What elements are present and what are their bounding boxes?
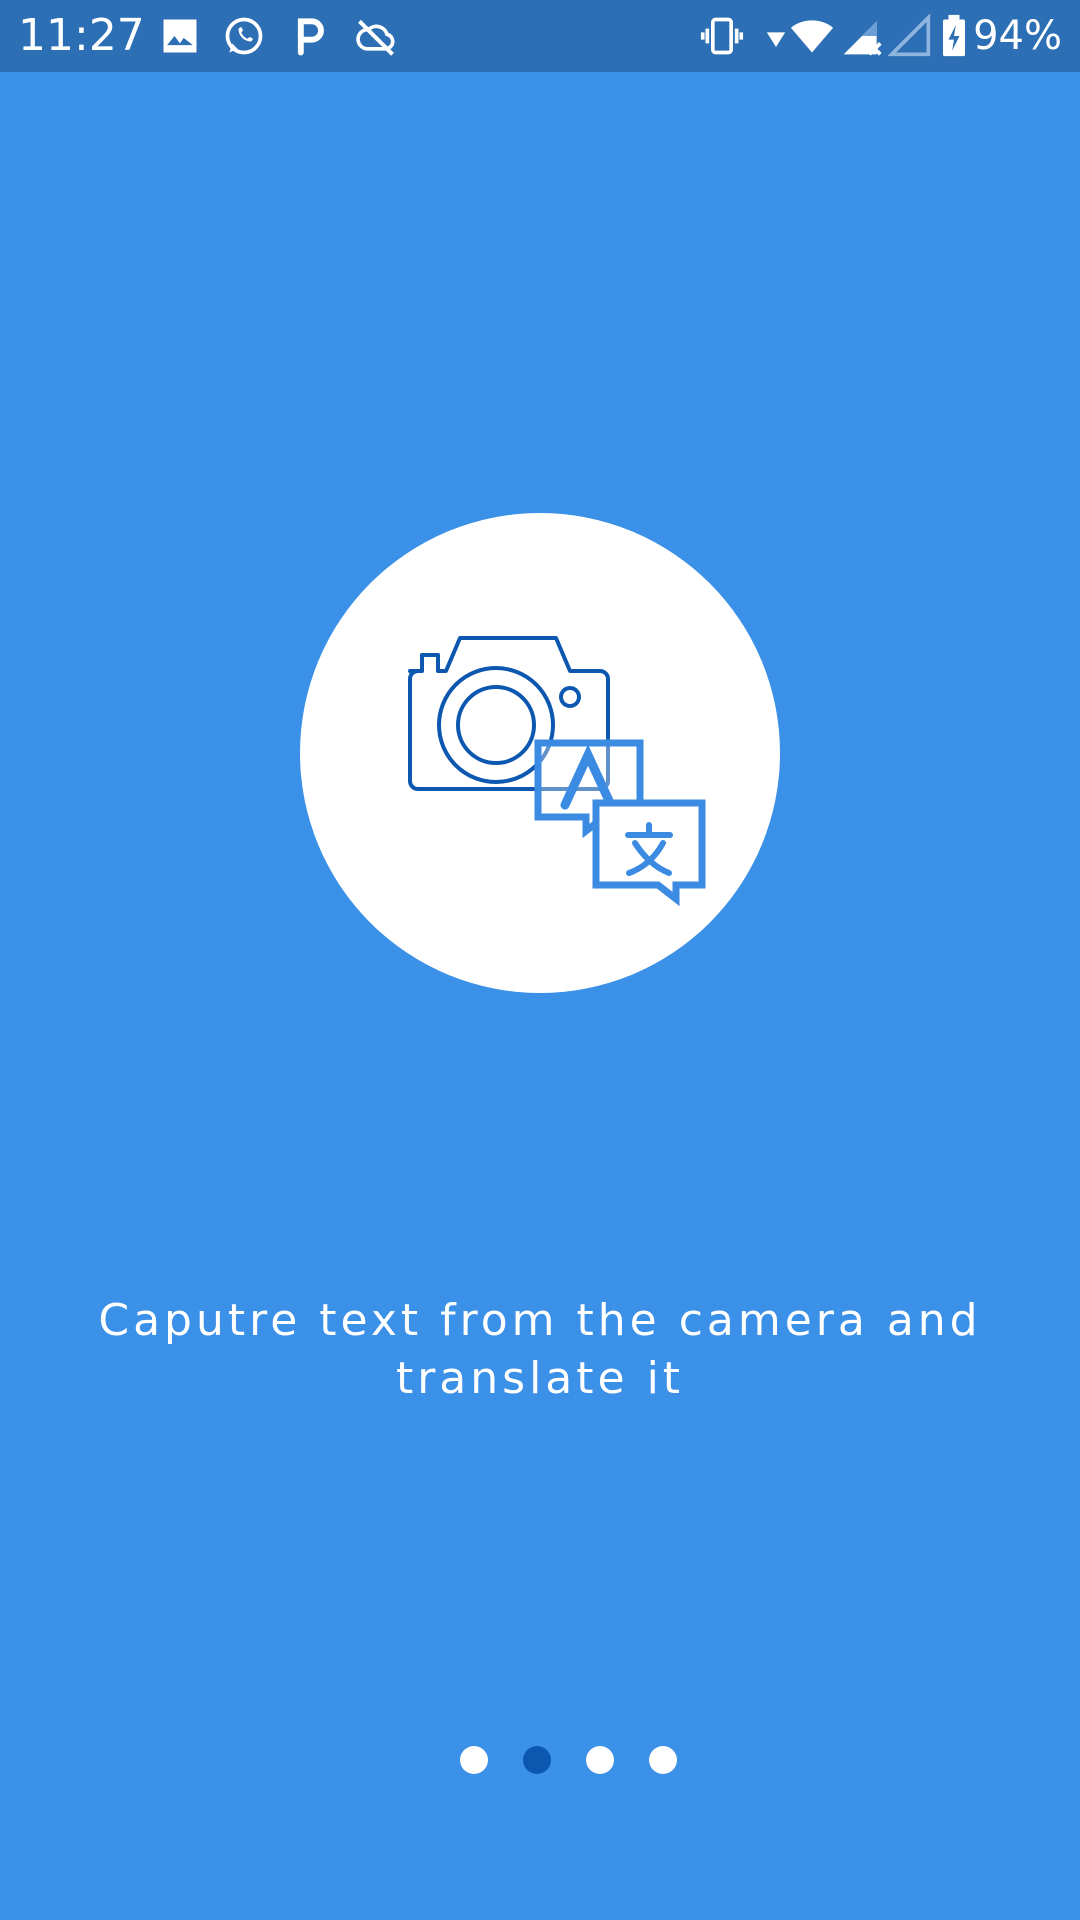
whatsapp-icon [225,17,263,55]
status-time: 11:27 [18,10,145,61]
onboarding-screen: 11:27 94% Caputre text from the camera a… [0,0,1080,1920]
wifi-icon [790,20,834,53]
page-dot-4[interactable] [649,1746,677,1774]
page-indicator [0,1746,1080,1774]
vibrate-icon [700,17,744,55]
signal-icon [843,21,882,56]
illustration-circle [300,513,780,993]
data-activity-icon [766,32,786,47]
page-dot-2-active[interactable] [523,1746,551,1774]
page-dot-3[interactable] [586,1746,614,1774]
signal-empty-icon [888,14,931,57]
camera-translate-icon [408,636,706,907]
battery-charging-icon [943,14,965,57]
battery-percent: 94% [973,13,1062,59]
p-icon [297,18,324,56]
status-bar: 11:27 94% [0,0,1080,72]
page-dot-1[interactable] [460,1746,488,1774]
onboarding-caption: Caputre text from the camera and transla… [98,1295,982,1404]
cloud-off-icon [356,19,395,56]
image-icon [163,19,197,53]
